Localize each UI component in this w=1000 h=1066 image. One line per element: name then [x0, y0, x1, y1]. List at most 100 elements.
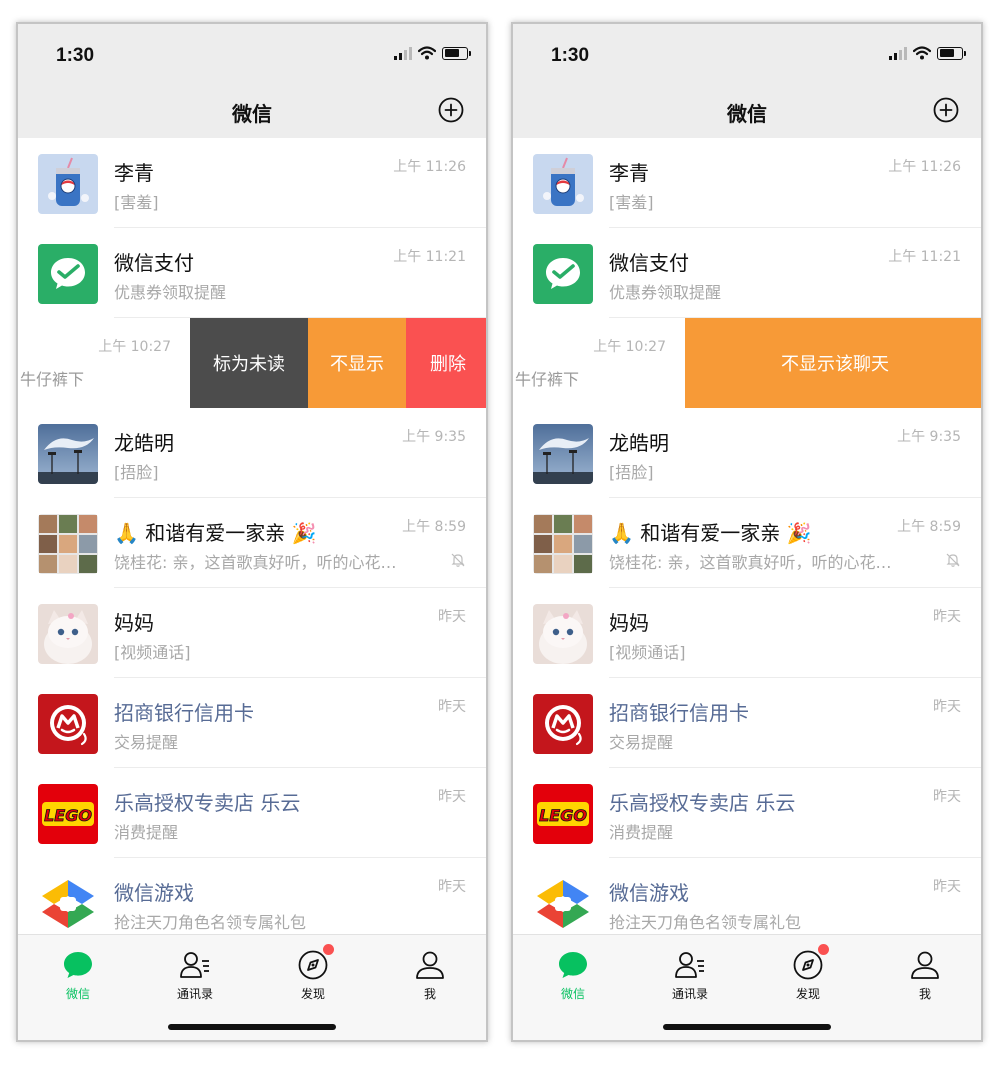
chat-bubble-icon — [64, 952, 92, 978]
battery-icon — [442, 46, 471, 60]
wifi-icon — [913, 46, 931, 60]
tab-me[interactable]: 我 — [390, 949, 470, 1002]
chat-row-cmb-credit-card[interactable]: 招商银行信用卡 交易提醒 昨天 — [513, 678, 981, 768]
avatar — [38, 154, 98, 214]
chat-row-family-group[interactable]: 🙏 和谐有爱一家亲 🎉 饶桂花: 亲，这首歌真好听，听的心花… 上午 8:59 — [18, 498, 486, 588]
chat-row-wechat-pay[interactable]: 微信支付 优惠券领取提醒 上午 11:21 — [18, 228, 486, 318]
tab-chats[interactable]: 微信 — [38, 949, 118, 1002]
tab-contacts[interactable]: 通讯录 — [650, 949, 730, 1002]
battery-icon — [937, 46, 966, 60]
avatar — [533, 694, 593, 754]
chat-bubble-icon — [559, 952, 587, 978]
chat-row-wechat-pay[interactable]: 微信支付 优惠券领取提醒 上午 11:21 — [513, 228, 981, 318]
chat-time: 上午 8:59 — [897, 519, 961, 535]
chat-row-mom[interactable]: 妈妈 [视频通话] 昨天 — [18, 588, 486, 678]
chat-list: 李青 [害羞] 上午 11:26 微信支付 优惠券领取提醒 上午 11:21 牛… — [513, 138, 981, 938]
chat-time: 昨天 — [438, 789, 466, 805]
tab-discover[interactable]: 发现 — [768, 944, 848, 1002]
chat-row-swiped[interactable]: 牛仔裤下 上午 10:27 标为未读 不显示 删除 — [18, 318, 486, 408]
chat-time: 上午 11:26 — [888, 159, 961, 175]
avatar — [38, 514, 98, 574]
chat-name: 招商银行信用卡 — [609, 701, 749, 725]
chat-preview: 抢注天刀角色名领专属礼包 — [114, 913, 307, 932]
tab-discover[interactable]: 发现 — [273, 944, 353, 1002]
chat-preview: [捂脸] — [609, 463, 654, 482]
notification-dot — [818, 944, 829, 955]
status-bar: 1:30 — [18, 24, 486, 88]
chat-row-longhaoming[interactable]: 龙皓明 [捂脸] 上午 9:35 — [18, 408, 486, 498]
chat-name: 牛仔裤下 — [20, 370, 85, 389]
chat-time: 昨天 — [933, 609, 961, 625]
chat-time: 上午 9:35 — [402, 429, 466, 445]
plus-circle-icon[interactable] — [438, 97, 464, 123]
avatar — [533, 514, 593, 574]
chat-row-family-group[interactable]: 🙏 和谐有爱一家亲 🎉 饶桂花: 亲，这首歌真好听，听的心花… 上午 8:59 — [513, 498, 981, 588]
status-time: 1:30 — [551, 45, 590, 66]
avatar — [533, 154, 593, 214]
system-icons — [889, 46, 966, 60]
chat-row-cmb-credit-card[interactable]: 招商银行信用卡 交易提醒 昨天 — [18, 678, 486, 768]
delete-button[interactable]: 删除 — [406, 318, 486, 408]
nav-bar: 微信 — [513, 88, 981, 138]
phone-screen-left: 1:30 微信 李青 [害羞] 上午 11:26 微信支付 优惠券领取提醒 上午… — [16, 22, 488, 1042]
avatar — [38, 424, 98, 484]
plus-circle-icon[interactable] — [933, 97, 959, 123]
chat-row-liqing[interactable]: 李青 [害羞] 上午 11:26 — [18, 138, 486, 228]
tab-label: 我 — [918, 987, 931, 1001]
mark-unread-button[interactable]: 标为未读 — [190, 318, 308, 408]
tab-label: 微信 — [65, 987, 90, 1001]
chat-time: 上午 10:27 — [98, 339, 171, 355]
chat-time: 昨天 — [438, 699, 466, 715]
chat-name: 微信游戏 — [114, 881, 194, 905]
page-title: 微信 — [727, 102, 767, 126]
chat-name: 妈妈 — [114, 611, 154, 635]
chat-preview: [害羞] — [114, 193, 159, 212]
chat-name: 李青 — [609, 161, 649, 185]
chat-name: 李青 — [114, 161, 154, 185]
swiped-row-content: 牛仔裤下 上午 10:27 — [513, 318, 685, 408]
chat-row-lego-store[interactable]: LEGO 乐高授权专卖店 乐云 消费提醒 昨天 — [513, 768, 981, 858]
chat-name: 微信支付 — [114, 251, 194, 275]
tab-contacts[interactable]: 通讯录 — [155, 949, 235, 1002]
chat-preview: 优惠券领取提醒 — [609, 283, 722, 302]
avatar — [533, 424, 593, 484]
person-icon — [416, 951, 444, 979]
chat-name: 乐高授权专卖店 乐云 — [114, 791, 301, 815]
chat-name: 🙏 和谐有爱一家亲 🎉 — [609, 521, 812, 545]
chat-time: 上午 11:21 — [888, 249, 961, 265]
home-indicator — [168, 1024, 336, 1030]
chat-row-lego-store[interactable]: LEGO 乐高授权专卖店 乐云 消费提醒 昨天 — [18, 768, 486, 858]
chat-preview: 饶桂花: 亲，这首歌真好听，听的心花… — [609, 553, 892, 572]
chat-preview: [视频通话] — [609, 643, 686, 662]
avatar — [533, 604, 593, 664]
hide-chat-button[interactable]: 不显示该聊天 — [685, 318, 981, 408]
mute-bell-icon — [946, 553, 960, 567]
chat-preview: 优惠券领取提醒 — [114, 283, 227, 302]
status-bar: 1:30 — [513, 24, 981, 88]
chat-name: 乐高授权专卖店 乐云 — [609, 791, 796, 815]
chat-row-mom[interactable]: 妈妈 [视频通话] 昨天 — [513, 588, 981, 678]
chat-preview: 消费提醒 — [609, 823, 674, 842]
tab-label: 通讯录 — [671, 987, 708, 1001]
chat-row-wechat-games[interactable]: 微信游戏 抢注天刀角色名领专属礼包 昨天 — [18, 858, 486, 938]
chat-list: 李青 [害羞] 上午 11:26 微信支付 优惠券领取提醒 上午 11:21 牛… — [18, 138, 486, 938]
chat-row-longhaoming[interactable]: 龙皓明 [捂脸] 上午 9:35 — [513, 408, 981, 498]
chat-time: 昨天 — [438, 609, 466, 625]
chat-row-swiped[interactable]: 牛仔裤下 上午 10:27 不显示该聊天 — [513, 318, 981, 408]
home-indicator — [663, 1024, 831, 1030]
contacts-icon — [675, 952, 704, 978]
chat-time: 上午 11:26 — [393, 159, 466, 175]
tab-me[interactable]: 我 — [885, 949, 965, 1002]
chat-row-liqing[interactable]: 李青 [害羞] 上午 11:26 — [513, 138, 981, 228]
wifi-icon — [418, 46, 436, 60]
page-title: 微信 — [232, 102, 272, 126]
mute-bell-icon — [451, 553, 465, 567]
person-icon — [911, 951, 939, 979]
chat-name: 微信支付 — [609, 251, 689, 275]
tab-chats[interactable]: 微信 — [533, 949, 613, 1002]
chat-name: 妈妈 — [609, 611, 649, 635]
avatar — [38, 604, 98, 664]
avatar: LEGO — [533, 784, 593, 844]
chat-row-wechat-games[interactable]: 微信游戏 抢注天刀角色名领专属礼包 昨天 — [513, 858, 981, 938]
hide-button[interactable]: 不显示 — [308, 318, 406, 408]
